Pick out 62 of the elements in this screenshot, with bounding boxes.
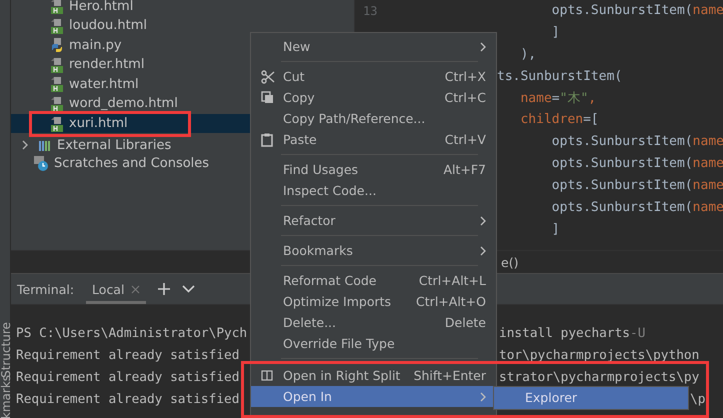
scissors-icon [261,70,275,84]
terminal-text: Requirement already satisfied [16,369,240,387]
terminal-text: Requirement already satisfied [16,347,240,365]
file-name: xuri.html [69,116,128,132]
terminal-text: Requirement already satisfied [16,391,240,409]
html-file-icon [50,76,64,92]
code-line: ] [550,220,561,239]
code-line: opts.SunburstItem(name [550,133,723,152]
file-name: word_demo.html [69,96,178,112]
html-file-icon [50,18,64,34]
code-line: opts.SunburstItem(name [550,155,723,174]
line-number: 13 [363,3,378,20]
html-file-icon [50,96,64,112]
code-line: name="木", [519,90,598,108]
code-line: opts.SunburstItem(name [550,199,723,218]
menu-item[interactable]: Reformat Code Ctrl+Alt+L [251,270,496,291]
file-name: main.py [69,38,122,53]
terminal-text: PS C:\Users\Administrator\Pych [16,325,248,343]
scratches-icon [33,155,49,172]
terminal-title: Terminal: [17,282,74,296]
menu-item[interactable]: Cut Ctrl+X [251,66,496,87]
code-line: children=[ [519,111,600,130]
menu-item[interactable]: Override File Type [251,333,496,354]
python-file-icon [50,37,64,54]
html-file-icon [50,116,64,132]
html-file-icon [50,56,64,73]
code-line: ] [550,24,561,42]
menu-item[interactable]: Find Usages Alt+F7 [251,159,496,180]
menu-item[interactable]: New [251,36,496,57]
menu-item[interactable]: Open In [251,386,496,407]
code-line: opts.SunburstItem(name [550,177,723,196]
clipboard-icon [261,132,273,146]
html-file-icon [50,0,64,14]
menu-item[interactable]: Open in Right Split Shift+Enter [251,365,496,386]
code-line: ts.SunburstItem( [497,68,624,86]
menu-item[interactable]: Inspect Code... [251,180,496,201]
terminal-tab[interactable]: Local [86,274,146,304]
menu-item[interactable]: Delete... Delete [251,312,496,333]
copy-icon [261,91,274,104]
menu-item[interactable]: Copy Ctrl+C [251,87,496,108]
chevron-icon[interactable] [21,140,29,150]
code-line: ), [519,46,538,64]
terminal-text: tor\pycharmprojects\python [499,347,700,365]
breadcrumb[interactable]: e() [501,254,518,270]
library-icon [38,138,52,152]
chevron-down-icon[interactable] [182,285,196,293]
menu-item[interactable]: Explorer [494,387,688,409]
menu-item[interactable]: Refactor [251,210,496,231]
terminal-text: \p [690,391,706,409]
file-name: loudou.html [69,18,147,34]
add-icon[interactable] [158,283,170,295]
code-line: opts.SunburstItem(name [550,2,723,20]
split-icon [261,370,273,381]
tree-item[interactable]: loudou.html [11,16,354,36]
menu-item[interactable]: Optimize Imports Ctrl+Alt+O [251,291,496,312]
file-name: Scratches and Consoles [54,156,210,171]
terminal-text: strator\pycharmprojects\py [499,369,700,387]
file-name: water.html [69,76,139,92]
file-name: External Libraries [57,138,172,153]
menu-item[interactable]: Bookmarks [251,240,496,261]
file-name: render.html [69,57,144,72]
terminal-text: install pyecharts-U [499,325,646,343]
